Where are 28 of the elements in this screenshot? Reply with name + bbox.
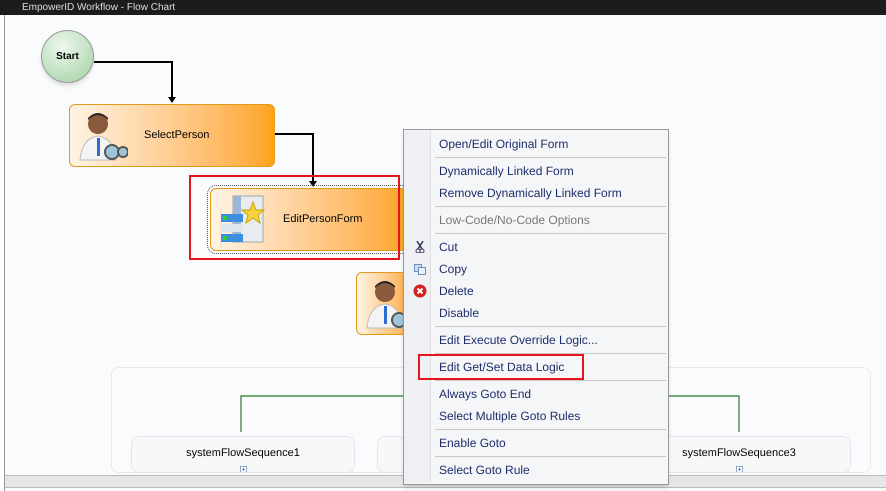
menu-item[interactable]: Dynamically Linked Form (435, 160, 666, 182)
sequence-box[interactable]: systemFlowSequence1 (131, 436, 355, 473)
sequence-label: systemFlowSequence3 (682, 446, 796, 461)
delete-icon (412, 284, 426, 298)
node-label: EditPersonForm (283, 212, 362, 228)
expand-icon[interactable] (238, 466, 248, 472)
sequence-label: systemFlowSequence1 (186, 446, 300, 461)
menu-item[interactable]: Always Goto End (435, 383, 666, 405)
window-title: EmpowerID Workflow - Flow Chart (22, 2, 176, 12)
start-node[interactable]: Start (41, 30, 94, 83)
connector-arrow (275, 133, 317, 188)
expand-icon[interactable] (734, 466, 744, 472)
menu-item[interactable]: Select Goto Rule (435, 459, 666, 481)
form-icon (219, 194, 267, 246)
menu-item[interactable]: Enable Goto (435, 432, 666, 454)
menu-item[interactable]: Cut (435, 236, 666, 258)
menu-item[interactable]: Edit Execute Override Logic... (435, 329, 666, 351)
menu-item[interactable]: Edit Get/Set Data Logic (420, 356, 582, 378)
copy-icon (414, 264, 426, 274)
menu-item[interactable]: Open/Edit Original Form (435, 133, 666, 155)
menu-item[interactable]: Delete (435, 280, 666, 302)
menu-item[interactable]: Remove Dynamically Linked Form (435, 182, 666, 204)
scissors-icon (414, 241, 424, 253)
activity-node[interactable]: SelectPerson (69, 104, 275, 167)
node-label: SelectPerson (144, 128, 210, 144)
menu-item[interactable]: Disable (435, 302, 666, 324)
menu-item[interactable]: Copy (435, 258, 666, 280)
menu-item[interactable]: Select Multiple Goto Rules (435, 405, 666, 427)
